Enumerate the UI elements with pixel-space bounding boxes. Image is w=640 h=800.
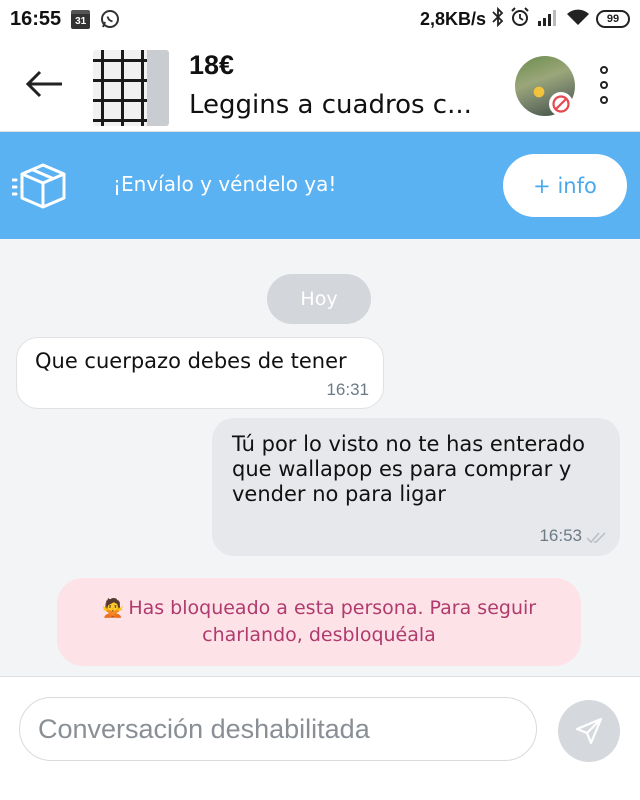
calendar-icon: 31: [71, 9, 91, 29]
more-options-button[interactable]: [588, 62, 620, 108]
message-time: 16:31: [326, 380, 369, 399]
banner-text: ¡Envíalo y véndelo ya!: [113, 172, 337, 196]
shipping-banner: ¡Envíalo y véndelo ya! + info: [0, 132, 640, 239]
message-composer: Conversación deshabilitada: [0, 676, 640, 800]
blocked-notice: 🙅 Has bloqueado a esta persona. Para segu…: [57, 578, 581, 666]
message-text: Que cuerpazo debes de tener: [35, 349, 347, 373]
message-input[interactable]: Conversación deshabilitada: [19, 697, 537, 761]
back-button[interactable]: [20, 64, 68, 104]
info-button[interactable]: + info: [503, 154, 627, 217]
product-price: 18€: [189, 50, 235, 80]
blocked-icon: [549, 92, 573, 116]
whatsapp-icon: [100, 9, 120, 29]
send-icon: [575, 717, 603, 745]
bluetooth-icon: [492, 6, 504, 31]
incoming-message[interactable]: Que cuerpazo debes de tener 16:31: [16, 337, 384, 409]
status-indicators: 2,8KB/s 99: [419, 6, 630, 31]
battery-icon: 99: [596, 10, 630, 28]
outgoing-message[interactable]: Tú por lo visto no te has enterado que w…: [212, 418, 620, 556]
send-button[interactable]: [558, 700, 620, 762]
wifi-icon: [566, 8, 590, 30]
chat-area[interactable]: Hoy Que cuerpazo debes de tener 16:31 Tú…: [0, 239, 640, 676]
signal-icon: [536, 8, 560, 30]
dot-icon: [600, 81, 608, 89]
date-separator: Hoy: [267, 274, 371, 324]
dot-icon: [600, 66, 608, 74]
blocked-notice-text: Has bloqueado a esta persona. Para segui…: [128, 597, 537, 646]
product-title[interactable]: Leggins a cuadros c...: [189, 90, 499, 120]
person-gesturing-no-icon: 🙅: [101, 598, 125, 619]
network-speed: 2,8KB/s: [419, 8, 486, 29]
message-text: Tú por lo visto no te has enterado que w…: [232, 432, 585, 506]
arrow-left-icon: [25, 70, 62, 98]
package-icon: [12, 163, 66, 209]
status-bar: 16:55 31 2,8KB/s 99: [0, 0, 640, 38]
alarm-icon: [510, 7, 530, 31]
dot-icon: [600, 96, 608, 104]
status-time: 16:55: [10, 7, 62, 30]
product-thumbnail[interactable]: [93, 50, 169, 126]
read-receipt-icon: [586, 532, 606, 544]
message-time: 16:53: [539, 526, 582, 545]
chat-header: 18€ Leggins a cuadros c...: [0, 38, 640, 132]
